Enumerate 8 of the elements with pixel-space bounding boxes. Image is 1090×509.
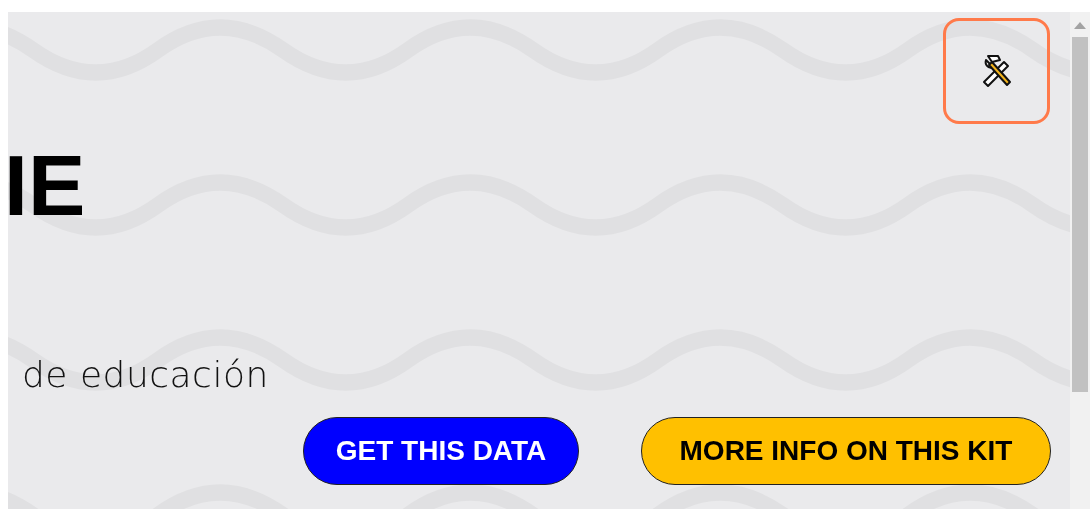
more-info-button[interactable]: MORE INFO ON THIS KIT (641, 417, 1051, 485)
scrollbar[interactable] (1070, 12, 1090, 509)
scroll-up-icon[interactable] (1074, 22, 1086, 29)
scrollbar-thumb[interactable] (1072, 37, 1088, 392)
subtitle-text: de educación (22, 354, 269, 395)
tools-button[interactable] (943, 18, 1050, 124)
page-heading: IE (8, 142, 86, 228)
get-data-button[interactable]: GET THIS DATA (303, 417, 579, 485)
